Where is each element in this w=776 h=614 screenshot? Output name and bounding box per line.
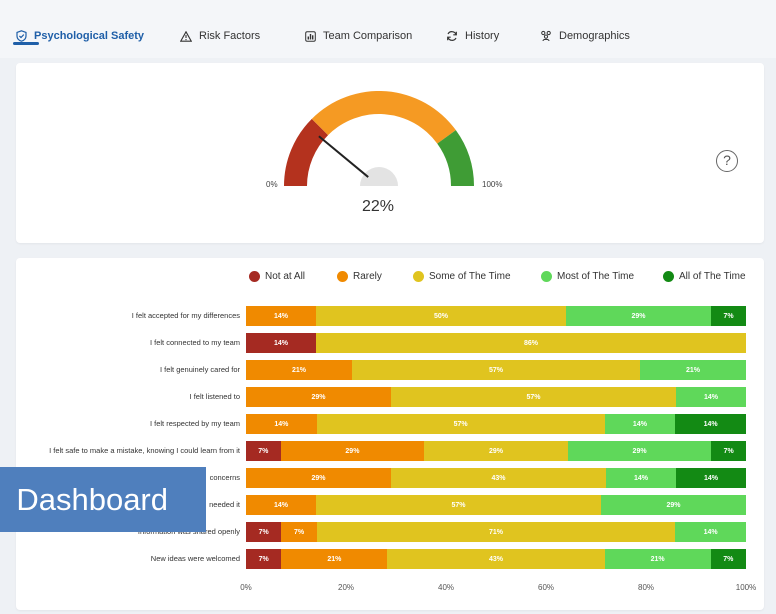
bar-segment[interactable]: 7% [246, 549, 282, 569]
row-label: New ideas were welcomed [150, 554, 240, 563]
legend-item[interactable]: Not at All [249, 271, 305, 282]
dashboard-banner: Dashboard [0, 467, 206, 532]
legend-item[interactable]: Most of The Time [541, 271, 634, 282]
row-label: I felt listened to [189, 392, 240, 401]
gauge-value-label: 22% [362, 198, 395, 215]
x-tick-label: 40% [437, 583, 455, 592]
bar-segment[interactable]: 7% [711, 306, 746, 326]
x-tick-label: 80% [637, 583, 655, 592]
bar-segment[interactable]: 29% [280, 441, 425, 461]
legend-label: Most of The Time [557, 271, 635, 282]
bar-segment[interactable]: 57% [352, 360, 640, 380]
bar-segment[interactable]: 21% [281, 549, 388, 569]
legend-dot [541, 271, 552, 282]
bar-segment[interactable]: 57% [316, 414, 605, 434]
row-label: I felt safe to make a mistake, knowing I… [49, 446, 240, 455]
bar-segment[interactable]: 7% [281, 522, 317, 542]
help-icon[interactable]: ? [716, 150, 738, 172]
bar-segment[interactable]: 21% [604, 549, 711, 569]
bar-segment[interactable]: 43% [387, 549, 605, 569]
gauge-needle [318, 135, 369, 178]
legend-dot [337, 271, 348, 282]
legend-label: Not at All [265, 271, 306, 282]
gauge-min-label: 0% [266, 180, 278, 189]
legend-dot [249, 271, 260, 282]
bar-segment[interactable]: 29% [246, 387, 391, 407]
x-tick-label: 0% [240, 583, 252, 592]
bar-segment[interactable]: 21% [639, 360, 746, 380]
bar-segment[interactable]: 50% [316, 306, 566, 326]
row-label: needed it [209, 500, 240, 509]
bar-segment[interactable]: 14% [604, 414, 676, 434]
gauge-max-label: 100% [482, 180, 503, 189]
row-label: I felt respected by my team [149, 419, 240, 428]
bar-segment[interactable]: 29% [566, 306, 711, 326]
bar-segment[interactable]: 7% [710, 549, 746, 569]
bar-segment[interactable]: 57% [316, 495, 601, 515]
bar-segment[interactable]: 29% [246, 468, 391, 488]
bar-segment[interactable]: 7% [711, 441, 746, 461]
bar-segment[interactable]: 14% [675, 414, 746, 434]
bar-segment[interactable]: 43% [391, 468, 606, 488]
bar-segment[interactable]: 14% [606, 468, 676, 488]
bar-segment[interactable]: 14% [676, 387, 746, 407]
bar-segment[interactable]: 29% [424, 441, 568, 461]
bar-segment[interactable]: 14% [675, 522, 746, 542]
row-label: concerns [209, 473, 240, 482]
bar-segment[interactable]: 7% [246, 522, 282, 542]
x-tick-label: 20% [337, 583, 355, 592]
row-label: I felt accepted for my differences [131, 311, 240, 320]
bar-segment[interactable]: 71% [316, 522, 676, 542]
legend-label: Some of The Time [429, 271, 511, 282]
legend-item[interactable]: Some of The Time [413, 271, 511, 282]
bar-segment[interactable]: 29% [567, 441, 712, 461]
bar-segment[interactable]: 7% [246, 441, 281, 461]
legend-dot [413, 271, 424, 282]
bar-segment[interactable]: 21% [246, 360, 353, 380]
x-tick-label: 60% [537, 583, 555, 592]
row-label: I felt genuinely cared for [159, 365, 240, 374]
bar-segment[interactable]: 57% [391, 387, 676, 407]
row-label: I felt connected to my team [149, 338, 240, 347]
bar-segment[interactable]: 29% [601, 495, 746, 515]
legend-label: All of The Time [679, 271, 746, 282]
legend-item[interactable]: Rarely [337, 271, 382, 282]
bar-segment[interactable]: 14% [676, 468, 746, 488]
bar-segment[interactable]: 14% [246, 495, 316, 515]
legend-label: Rarely [353, 271, 382, 282]
x-tick-label: 100% [735, 583, 757, 592]
gauge-band-1 [311, 91, 456, 144]
dashboard-banner-label: Dashboard [16, 481, 168, 517]
legend-item[interactable]: All of The Time [663, 271, 746, 282]
bar-segment[interactable]: 86% [316, 333, 746, 353]
legend-dot [663, 271, 674, 282]
bar-segment[interactable]: 14% [246, 306, 316, 326]
gauge-band-0 [284, 118, 329, 186]
gauge-hub [360, 167, 398, 186]
bar-segment[interactable]: 14% [246, 333, 316, 353]
bar-segment[interactable]: 14% [246, 414, 317, 434]
